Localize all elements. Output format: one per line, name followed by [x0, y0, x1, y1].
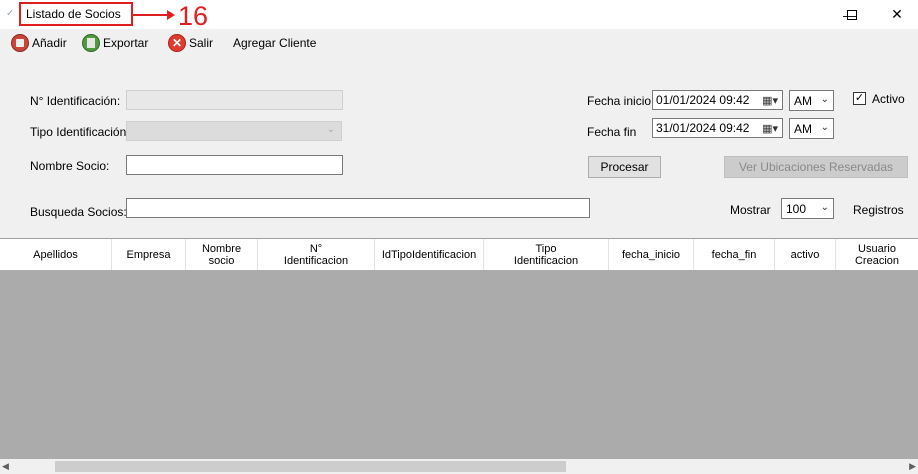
export-label: Exportar [103, 36, 149, 50]
calendar-icon: ▦▾ [762, 123, 778, 135]
start-date-picker[interactable]: 01/01/2024 09:42 ▦▾ [652, 90, 783, 110]
scroll-right-icon[interactable]: ▶ [909, 461, 916, 472]
id-field[interactable] [126, 90, 343, 110]
search-field[interactable] [126, 198, 590, 218]
annotation-arrow [133, 14, 171, 16]
column-header-nombre-socio[interactable]: Nombre socio [186, 239, 258, 271]
show-select[interactable]: 100 ⌄ [781, 198, 834, 219]
add-label: Añadir [32, 36, 67, 50]
end-date-label: Fecha fin [587, 125, 637, 139]
chevron-down-icon: ⌄ [326, 124, 335, 135]
id-type-label: Tipo Identificación: [30, 125, 130, 139]
add-client-button[interactable]: Agregar Cliente [233, 34, 316, 52]
close-button[interactable]: ✕ [874, 0, 918, 29]
column-header-empresa[interactable]: Empresa [112, 239, 186, 271]
scrollbar-thumb[interactable] [55, 461, 566, 472]
column-header-usuario-creacion[interactable]: Usuario Creacion [836, 239, 918, 271]
id-type-select[interactable]: ⌄ [126, 121, 342, 141]
search-label: Busqueda Socios: [30, 205, 127, 219]
end-ampm-value: AM [794, 122, 812, 136]
close-icon: ✕ [891, 6, 903, 22]
column-header-fecha-inicio[interactable]: fecha_inicio [609, 239, 694, 271]
end-date-picker[interactable]: 31/01/2024 09:42 ▦▾ [652, 118, 783, 138]
reserved-locations-button[interactable]: Ver Ubicaciones Reservadas [724, 156, 908, 178]
scroll-left-icon[interactable]: ◀ [2, 461, 9, 472]
horizontal-scrollbar[interactable]: ◀ ▶ [0, 459, 918, 474]
chevron-down-icon: ⌄ [820, 202, 829, 213]
end-ampm-select[interactable]: AM ⌄ [789, 118, 834, 139]
grid-header: Apellidos Empresa Nombre socio N° Identi… [0, 238, 918, 271]
window-title: Listado de Socios [26, 7, 121, 21]
exit-label: Salir [189, 36, 214, 50]
start-ampm-select[interactable]: AM ⌄ [789, 90, 834, 111]
exit-icon: ✕ [168, 34, 186, 52]
show-label: Mostrar [730, 203, 771, 217]
exit-button[interactable]: ✕ Salir [168, 34, 213, 52]
id-label: N° Identificación: [30, 94, 121, 108]
name-label: Nombre Socio: [30, 159, 110, 173]
column-header-tipo-identificacion[interactable]: Tipo Identificacion [484, 239, 609, 271]
toolbar: Añadir Exportar ✕ Salir Agregar Cliente [0, 29, 918, 57]
chevron-down-icon: ⌄ [820, 122, 829, 133]
add-icon [11, 34, 29, 52]
title-bar: ✓ Listado de Socios 16 — ✕ [0, 0, 918, 31]
maximize-icon [847, 9, 857, 20]
add-client-label: Agregar Cliente [233, 36, 317, 50]
column-header-activo[interactable]: activo [775, 239, 836, 271]
app-icon: ✓ [6, 8, 15, 19]
grid-body [0, 270, 918, 459]
calendar-icon: ▦▾ [762, 95, 778, 107]
end-date-value: 31/01/2024 09:42 [656, 121, 750, 135]
export-button[interactable]: Exportar [82, 34, 148, 52]
add-button[interactable]: Añadir [11, 34, 67, 52]
export-icon [82, 34, 100, 52]
start-date-label: Fecha inicio [587, 94, 652, 108]
column-header-identificacion[interactable]: N° Identificacion [258, 239, 375, 271]
annotation-number: 16 [178, 1, 209, 31]
column-header-apellidos[interactable]: Apellidos [0, 239, 112, 271]
column-header-idtipo[interactable]: IdTipoIdentificacion [375, 239, 484, 271]
show-value: 100 [786, 202, 807, 216]
records-label: Registros [853, 203, 904, 217]
column-header-fecha-fin[interactable]: fecha_fin [694, 239, 775, 271]
start-ampm-value: AM [794, 94, 812, 108]
start-date-value: 01/01/2024 09:42 [656, 93, 750, 107]
chevron-down-icon: ⌄ [820, 94, 829, 105]
name-field[interactable] [126, 155, 343, 175]
maximize-button[interactable] [829, 0, 875, 29]
process-button[interactable]: Procesar [588, 156, 661, 178]
active-checkbox[interactable]: ✓ [853, 92, 866, 105]
annotation-arrow-head [167, 10, 175, 20]
active-label: Activo [872, 92, 905, 106]
